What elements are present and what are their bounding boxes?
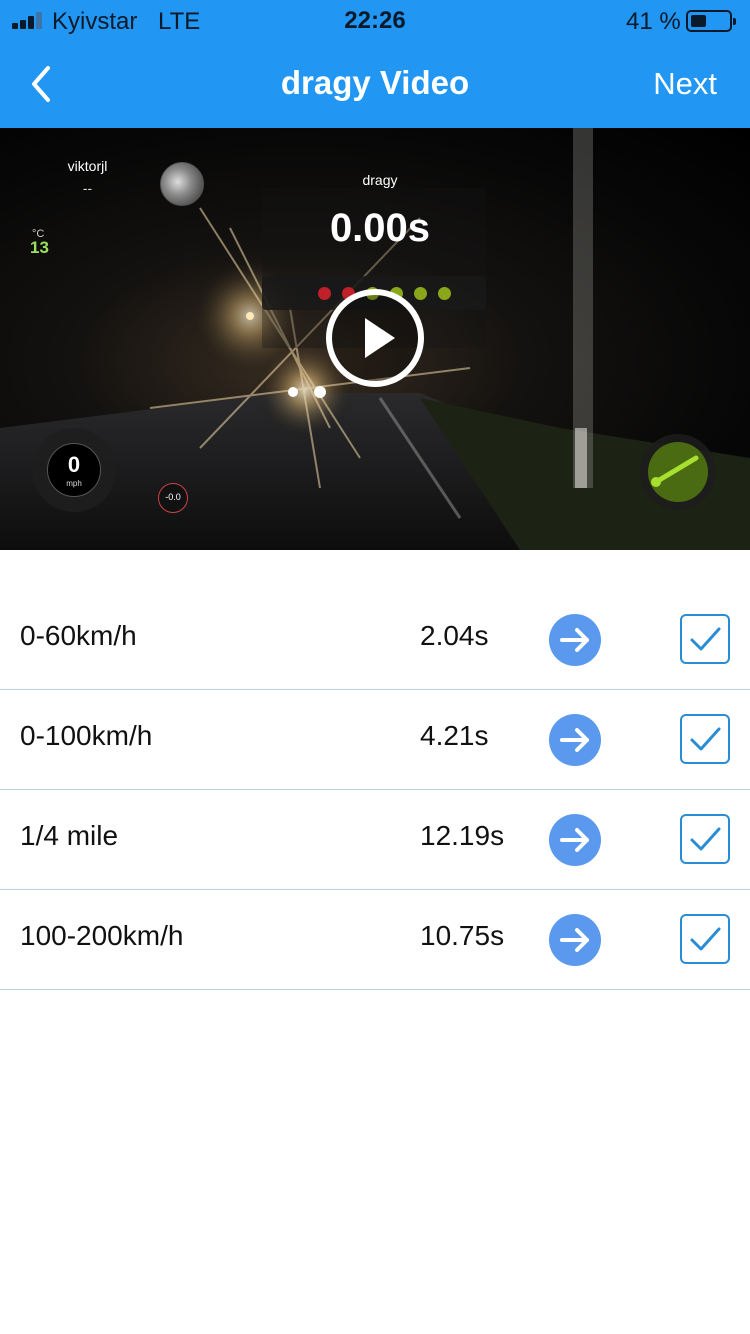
view-result-button[interactable] — [549, 614, 601, 666]
temperature-value: 13 — [30, 238, 49, 257]
checkmark-icon — [690, 927, 721, 951]
include-checkbox[interactable] — [680, 914, 730, 964]
checkmark-icon — [690, 627, 721, 651]
checkmark-icon — [690, 827, 721, 851]
gforce-value: -0.0 — [165, 492, 181, 502]
result-label: 1/4 mile — [20, 820, 119, 851]
result-time: 2.04s — [420, 620, 489, 651]
page-title: dragy Video — [280, 64, 470, 101]
dragy-logo: dragy — [362, 172, 398, 188]
avatar — [160, 162, 204, 206]
speed-value: 0 — [67, 452, 81, 477]
checkmark-icon — [690, 727, 721, 751]
result-label: 0-100km/h — [20, 720, 153, 751]
video-preview[interactable]: viktorjl -- °C 13 dragy 0.00s 0 mph -0.0 — [0, 128, 750, 550]
result-time: 4.21s — [420, 720, 489, 751]
result-row: 0-100km/h 4.21s — [0, 690, 750, 790]
result-row: 100-200km/h 10.75s — [0, 890, 750, 990]
battery-percent: 41 % — [626, 8, 681, 35]
status-bar: Kyivstar LTE 22:26 41 % — [0, 0, 750, 40]
acceleration-gauge — [640, 434, 716, 510]
include-checkbox[interactable] — [680, 614, 730, 664]
result-label: 0-60km/h — [20, 620, 137, 651]
arrow-right-icon — [560, 628, 589, 652]
user-subtext: -- — [82, 180, 93, 196]
username: viktorjl — [67, 158, 108, 174]
start-light — [438, 287, 451, 300]
view-result-button[interactable] — [549, 914, 601, 966]
result-label: 100-200km/h — [20, 920, 184, 951]
view-result-button[interactable] — [549, 714, 601, 766]
battery-icon — [686, 10, 736, 32]
arrow-right-icon — [560, 928, 589, 952]
result-row: 0-60km/h 2.04s — [0, 590, 750, 690]
arrow-right-icon — [560, 728, 589, 752]
speed-unit: mph — [66, 479, 82, 488]
play-icon — [326, 289, 424, 387]
result-time: 12.19s — [420, 820, 505, 851]
run-timer: 0.00s — [329, 206, 431, 250]
result-row: 1/4 mile 12.19s — [0, 790, 750, 890]
results-list: 0-60km/h 2.04s 0-100km/h 4.21s 1/4 mile … — [0, 590, 750, 990]
include-checkbox[interactable] — [680, 814, 730, 864]
arrow-right-icon — [560, 828, 589, 852]
result-time: 10.75s — [420, 920, 505, 951]
app-header: Kyivstar LTE 22:26 41 % dragy Video Next — [0, 0, 750, 128]
view-result-button[interactable] — [549, 814, 601, 866]
next-button[interactable]: Next — [653, 66, 717, 102]
gauge-needle-icon — [648, 442, 708, 502]
include-checkbox[interactable] — [680, 714, 730, 764]
play-button[interactable] — [325, 288, 425, 388]
